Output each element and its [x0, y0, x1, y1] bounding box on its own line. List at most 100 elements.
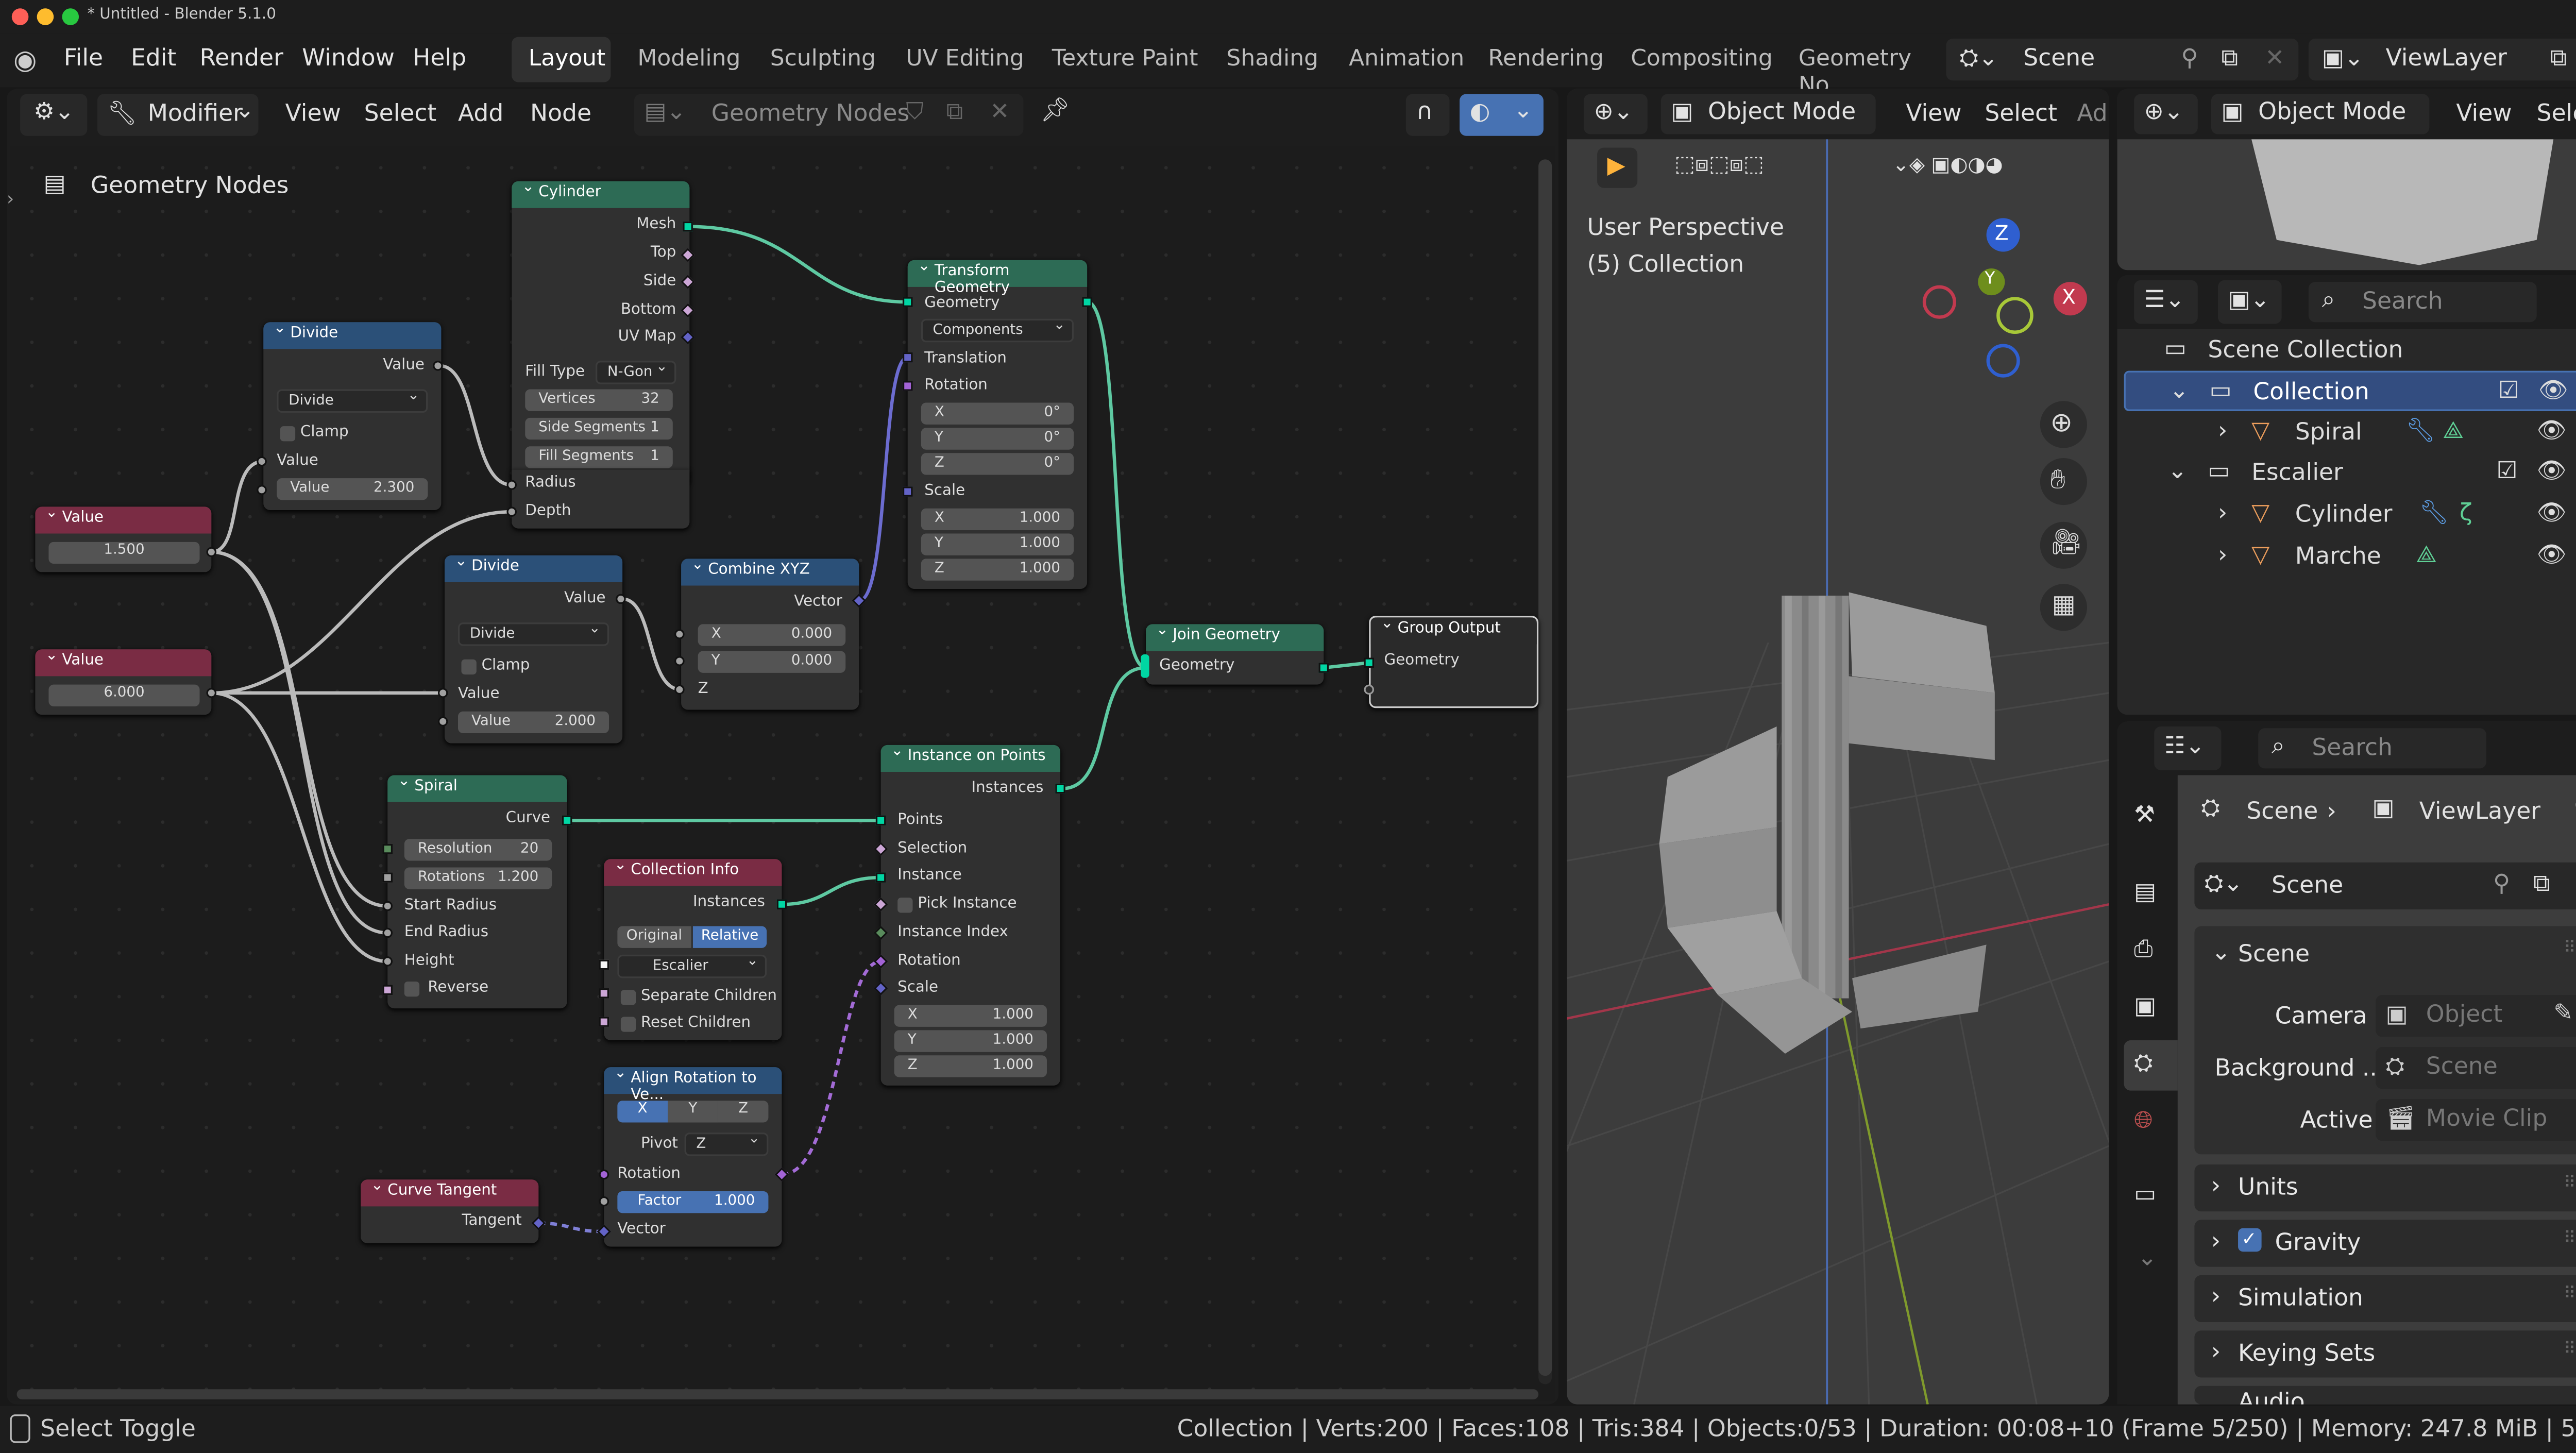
- select-mode-icons[interactable]: ⬚⧈⬚⧈⬚: [1674, 153, 1764, 178]
- socket-separate-in[interactable]: [599, 988, 609, 999]
- scene-selector[interactable]: ⛭⌄ Scene ⚲ ⧉ ✕: [1946, 38, 2299, 81]
- fill-type-dropdown[interactable]: N-Gon: [596, 359, 676, 384]
- node-value-2[interactable]: Value 6.000: [35, 648, 212, 715]
- drag-handle-icon[interactable]: ⠿: [2564, 1285, 2576, 1304]
- curve-data-icon[interactable]: ζ: [2460, 500, 2472, 527]
- value-field[interactable]: Value 2.000: [457, 711, 609, 734]
- scene-tab-icon[interactable]: ⛭: [2134, 1051, 2153, 1077]
- node-value-1[interactable]: Value 1.500: [35, 505, 212, 572]
- expand-chevron-icon[interactable]: ›: [2218, 500, 2227, 527]
- socket-scale-in[interactable]: [902, 486, 913, 497]
- socket-instance-in[interactable]: [875, 872, 886, 883]
- new-scene-icon[interactable]: ⧉: [2533, 871, 2550, 898]
- outliner-row-cylinder[interactable]: ›▽Cylinder🔧︎ζ👁︎◙: [2124, 495, 2576, 535]
- section-keying-sets[interactable]: › Keying Sets ⠿: [2194, 1330, 2576, 1378]
- eye-icon[interactable]: 👁︎: [2537, 458, 2567, 485]
- socket-depth-in[interactable]: [506, 506, 517, 517]
- outliner-row-scene-collection[interactable]: ▭ Scene Collection: [2124, 331, 2576, 371]
- viewlayer-selector[interactable]: ▣⌄ ViewLayer ⧉ ✕: [2308, 38, 2576, 81]
- mini-viewport[interactable]: ⊕⌄ ▣ Object Mode View Select: [2117, 89, 2576, 271]
- eyedropper-icon[interactable]: ✎: [2553, 1000, 2573, 1027]
- socket-join-in[interactable]: [1141, 654, 1149, 678]
- delete-scene-icon[interactable]: ✕: [2265, 45, 2284, 72]
- socket-output-geo-in[interactable]: [1364, 657, 1374, 668]
- node-collection-info[interactable]: Collection Info Instances Original Relat…: [604, 857, 782, 1040]
- socket-divide2-out[interactable]: [616, 594, 626, 604]
- viewport-menu-view[interactable]: View: [1906, 100, 1961, 127]
- tool-tab-icon[interactable]: ⚒: [2134, 802, 2155, 829]
- eye-icon[interactable]: 👁︎: [2537, 418, 2567, 445]
- node-combine-xyz[interactable]: Combine XYZ Vector X0.000 Y0.000 Z: [681, 557, 859, 710]
- properties-editor-type[interactable]: ☷⌄: [2154, 727, 2222, 770]
- shading-modes-icons[interactable]: ⌄◈ ▣◐◑◕: [1892, 153, 2003, 176]
- pin-icon[interactable]: ⚲: [2573, 796, 2576, 822]
- camera-field[interactable]: ▣ Object ✎: [2376, 995, 2576, 1037]
- socket-combine-z[interactable]: [674, 684, 685, 695]
- more-tabs-chevron-icon[interactable]: ⌄: [2138, 1245, 2157, 1272]
- socket-join-out[interactable]: [1318, 663, 1329, 673]
- socket-combine-y[interactable]: [674, 656, 685, 666]
- socket-resolution-in[interactable]: [382, 843, 393, 854]
- gizmo-z-negative[interactable]: [1986, 344, 2020, 378]
- pin-icon[interactable]: ⚲: [2181, 45, 2198, 72]
- new-viewlayer-icon[interactable]: ⧉: [2550, 45, 2567, 72]
- socket-transform-geo-in[interactable]: [902, 297, 913, 307]
- zoom-icon[interactable]: ⊕: [2040, 401, 2087, 448]
- modifier-wrench-icon[interactable]: 🔧︎: [2419, 500, 2449, 527]
- gizmo-x-negative[interactable]: [1922, 285, 1956, 319]
- factor-field[interactable]: Factor 1.000: [617, 1191, 769, 1213]
- mini-menu-view[interactable]: View: [2456, 100, 2512, 127]
- expand-chevron-icon[interactable]: ⌄: [2170, 378, 2189, 404]
- outliner-row-escalier[interactable]: ⌄▭Escalier☑👁︎◙: [2124, 453, 2576, 493]
- viewport-menu-select[interactable]: Select: [1985, 100, 2057, 127]
- node-group-output[interactable]: Group Output Geometry: [1369, 616, 1539, 708]
- resolution-field[interactable]: Resolution 20: [404, 839, 552, 861]
- drag-handle-icon[interactable]: ⠿: [2564, 1230, 2576, 1248]
- clamp-checkbox[interactable]: [461, 659, 477, 675]
- socket-divide2-in-b[interactable]: [437, 716, 448, 727]
- node-align-rotation[interactable]: Align Rotation to Ve... X Y Z Pivot Z Ro…: [604, 1066, 782, 1247]
- tab-compositing[interactable]: Compositing: [1631, 45, 1773, 72]
- drag-handle-icon[interactable]: ⠿: [2564, 1341, 2576, 1359]
- axis-y-toggle[interactable]: Y: [668, 1101, 718, 1123]
- socket-combine-x[interactable]: [674, 629, 685, 639]
- socket-divide1-in-a[interactable]: [257, 456, 267, 467]
- background-field[interactable]: ⛭ Scene: [2376, 1046, 2576, 1089]
- reset-children-checkbox[interactable]: [620, 1017, 636, 1032]
- mesh-data-icon[interactable]: ⟁: [2443, 418, 2464, 445]
- socket-rotations-in[interactable]: [382, 872, 393, 883]
- socket-reverse-in[interactable]: [382, 985, 393, 995]
- socket-divide1-in-b[interactable]: [257, 485, 267, 495]
- pan-hand-icon[interactable]: ✋︎: [2040, 458, 2087, 505]
- eye-icon[interactable]: 👁︎: [2537, 542, 2567, 569]
- viewport-editor-type[interactable]: ⊕⌄: [1584, 94, 1648, 134]
- ortho-toggle-icon[interactable]: ▦: [2040, 584, 2087, 631]
- gizmo-y-axis[interactable]: Y: [1978, 268, 2005, 296]
- socket-end-radius-in[interactable]: [382, 927, 393, 938]
- clamp-checkbox[interactable]: [280, 426, 296, 442]
- expand-chevron-icon[interactable]: ›: [2218, 418, 2227, 445]
- socket-reset-in[interactable]: [599, 1017, 609, 1027]
- gravity-checkbox[interactable]: ✓: [2238, 1228, 2262, 1252]
- fill-segments-field[interactable]: Fill Segments 1: [525, 446, 673, 468]
- output-tab-icon[interactable]: ⎙: [2134, 936, 2153, 963]
- node-instance-on-points[interactable]: Instance on Points Instances Points Sele…: [880, 744, 1061, 1086]
- gizmo-z-axis[interactable]: Z: [1986, 218, 2020, 252]
- scale-z-field[interactable]: Z 1.000: [921, 559, 1074, 581]
- display-mode-dropdown[interactable]: ▣⌄: [2217, 280, 2282, 324]
- side-segments-field[interactable]: Side Segments 1: [525, 417, 673, 440]
- socket-output-empty[interactable]: [1364, 684, 1374, 695]
- operation-dropdown[interactable]: Divide: [457, 621, 609, 646]
- socket-translation-in[interactable]: [902, 352, 913, 363]
- socket-align-rotation-in[interactable]: [599, 1169, 609, 1180]
- socket-spiral-curve-out[interactable]: [562, 815, 572, 826]
- section-simulation[interactable]: › Simulation ⠿: [2194, 1275, 2576, 1323]
- node-divide-1[interactable]: Divide Value Divide Clamp Value Value 2.3…: [263, 320, 442, 510]
- new-scene-icon[interactable]: ⧉: [2221, 45, 2238, 72]
- checkbox-icon[interactable]: ☑: [2497, 458, 2518, 485]
- socket-height-in[interactable]: [382, 956, 393, 967]
- socket-factor-in[interactable]: [599, 1196, 609, 1207]
- axis-x-toggle[interactable]: X: [617, 1101, 668, 1123]
- scale-x-field[interactable]: X 1.000: [894, 1005, 1047, 1027]
- socket-value1-out[interactable]: [206, 547, 217, 557]
